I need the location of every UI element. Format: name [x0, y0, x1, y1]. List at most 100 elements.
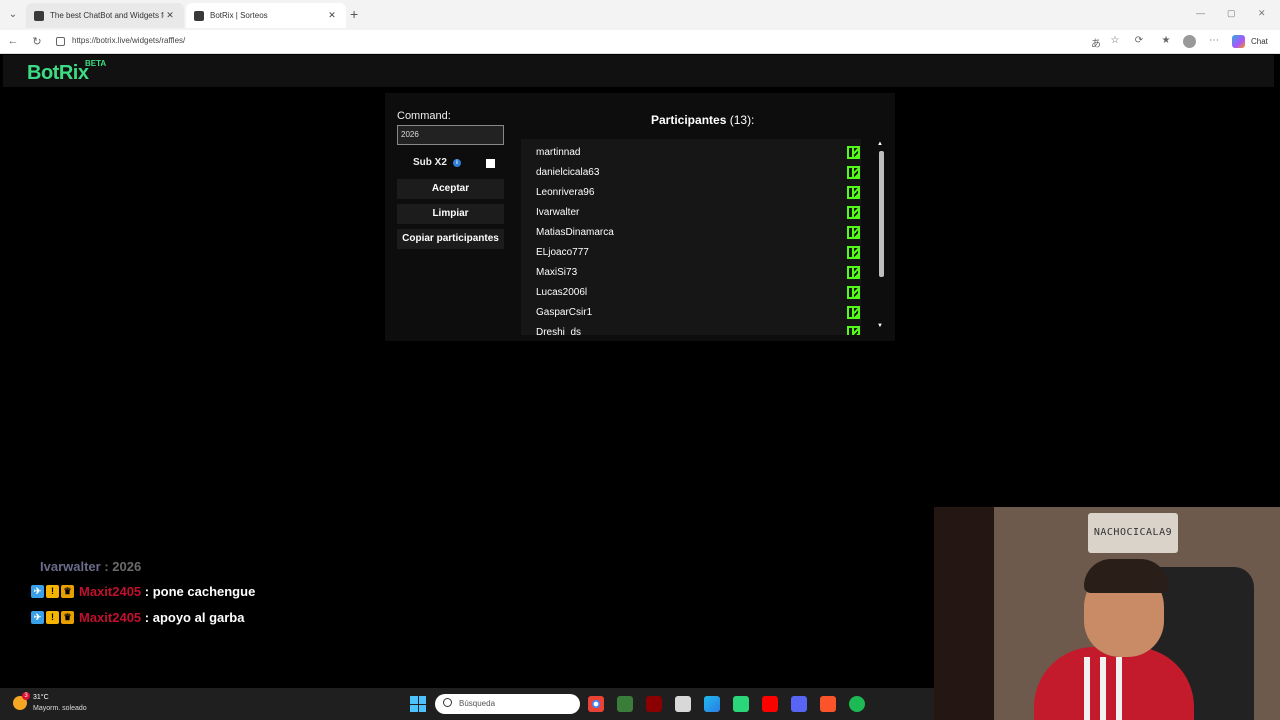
scroll-down-icon[interactable]: ▼ [877, 323, 883, 329]
verified-badge-icon: ✈ [31, 611, 44, 624]
botrix-logo[interactable]: BotRix [27, 62, 89, 85]
scroll-up-icon[interactable]: ▲ [877, 141, 883, 147]
copy-participants-button[interactable]: Copiar participantes [397, 229, 504, 249]
list-item[interactable]: Dreshi_ds [521, 323, 861, 335]
mail-icon[interactable] [675, 696, 691, 712]
brave-icon[interactable] [820, 696, 836, 712]
webcam-shirt-stripe [1116, 657, 1122, 720]
list-item[interactable]: GasparCsir1 [521, 303, 861, 323]
participant-name: Ivarwalter [536, 207, 580, 218]
screen: ⌄ The best ChatBot and Widgets for ✕ Bot… [0, 0, 1280, 720]
site-info-icon[interactable] [56, 37, 65, 46]
taskbar-search[interactable]: Búsqueda [435, 694, 580, 714]
chrome-icon[interactable] [588, 696, 604, 712]
discord-icon[interactable] [791, 696, 807, 712]
chat-username: Maxit2405 [79, 610, 142, 625]
tab-close-icon[interactable]: ✕ [164, 10, 176, 21]
spotify-icon[interactable] [849, 696, 865, 712]
participant-name: Leonrivera96 [536, 187, 595, 198]
webcam-person-hair [1084, 559, 1168, 593]
kick-icon [847, 306, 860, 319]
tab-title: The best ChatBot and Widgets for [50, 11, 164, 20]
list-item[interactable]: danielcicala63 [521, 163, 861, 183]
restore-icon[interactable]: ▢ [1227, 8, 1236, 19]
tab-favicon-icon [194, 10, 204, 21]
store-icon[interactable] [733, 696, 749, 712]
founder-badge-icon: ! [46, 611, 59, 624]
list-item[interactable]: martinnad [521, 143, 861, 163]
kick-icon [847, 226, 860, 239]
participants-list[interactable]: martinnad danielcicala63 Leonrivera96 Iv… [521, 139, 861, 335]
chat-username: Maxit2405 [79, 584, 142, 599]
kick-icon [847, 146, 860, 159]
subscriber-crown-icon: ♛ [61, 611, 74, 624]
chat-text: apoyo al garba [152, 610, 245, 625]
address-bar: ← ↻ https://botrix.live/widgets/raffles/… [0, 30, 1280, 54]
chat-text: pone cachengue [152, 584, 256, 599]
youtube-icon[interactable] [762, 696, 778, 712]
tab-title: BotRix | Sorteos [210, 11, 268, 20]
close-window-icon[interactable]: ✕ [1258, 8, 1266, 19]
favorite-star-icon[interactable]: ☆ [1108, 35, 1122, 46]
participant-name: martinnad [536, 147, 581, 158]
file-explorer-icon[interactable] [617, 696, 633, 712]
tab-close-icon[interactable]: ✕ [326, 10, 338, 21]
weather-badge: 3 [22, 692, 30, 700]
search-icon [443, 698, 452, 707]
weather-temperature[interactable]: 31°C [33, 694, 49, 701]
list-item[interactable]: ELjoaco777 [521, 243, 861, 263]
accept-button[interactable]: Aceptar [397, 179, 504, 199]
webcam-overlay: NACHOCICALA9 [934, 507, 1280, 720]
browser-tab-strip: ⌄ The best ChatBot and Widgets for ✕ Bot… [0, 0, 1280, 30]
sub-x2-checkbox[interactable] [486, 159, 495, 168]
new-tab-icon[interactable]: + [350, 6, 358, 22]
webcam-door [934, 507, 994, 720]
copilot-icon[interactable] [1232, 35, 1245, 48]
participant-name: Dreshi_ds [536, 327, 582, 335]
kick-icon [847, 246, 860, 259]
command-input[interactable]: 2026 [397, 125, 504, 145]
list-item[interactable]: MatiasDinamarca [521, 223, 861, 243]
participants-title: Participantes (13): [651, 113, 754, 127]
profile-avatar[interactable] [1183, 35, 1196, 48]
beta-tag: BETA [85, 59, 107, 68]
sub-x2-option: Sub X2 i [413, 157, 461, 168]
app-red-icon[interactable] [646, 696, 662, 712]
scrollbar-thumb[interactable] [879, 151, 884, 277]
back-icon[interactable]: ← [6, 35, 20, 47]
list-item[interactable]: Ivarwalter [521, 203, 861, 223]
kick-icon [847, 286, 860, 299]
edge-icon[interactable] [704, 696, 720, 712]
webcam-sign: NACHOCICALA9 [1088, 513, 1178, 553]
more-menu-icon[interactable]: ⋯ [1207, 35, 1221, 46]
reload-icon[interactable]: ↻ [30, 35, 44, 48]
webcam-shirt-stripe [1100, 657, 1106, 720]
translate-icon[interactable]: あ [1089, 35, 1103, 50]
participants-label: Participantes [651, 113, 727, 127]
taskbar: 3 31°C Mayorm. soleado Búsqueda [0, 688, 934, 720]
list-item[interactable]: Leonrivera96 [521, 183, 861, 203]
tab-actions-menu-icon[interactable]: ⌄ [6, 8, 20, 22]
participant-name: ELjoaco777 [536, 247, 589, 258]
url-field[interactable]: https://botrix.live/widgets/raffles/ [72, 36, 185, 45]
tab-botrix-sorteos[interactable]: BotRix | Sorteos ✕ [186, 3, 346, 28]
chat-message: Ivarwalter : 2026 [37, 559, 141, 574]
sub-x2-label: Sub X2 [413, 157, 447, 168]
participants-count: (13): [729, 113, 755, 127]
refresh-extension-icon[interactable]: ⟳ [1132, 35, 1146, 46]
favorites-icon[interactable]: ★ [1159, 35, 1173, 46]
raffle-panel: Command: 2026 Sub X2 i Aceptar Limpiar C… [385, 93, 895, 341]
search-placeholder: Búsqueda [459, 699, 496, 708]
list-item[interactable]: Lucas2006l [521, 283, 861, 303]
info-icon[interactable]: i [452, 158, 461, 167]
kick-icon [847, 166, 860, 179]
clear-button[interactable]: Limpiar [397, 204, 504, 224]
minimize-icon[interactable]: — [1196, 8, 1205, 18]
webcam-shirt-stripe [1084, 657, 1090, 720]
chat-button[interactable]: Chat [1251, 37, 1268, 46]
weather-condition[interactable]: Mayorm. soleado [33, 705, 87, 712]
windows-start-icon[interactable] [410, 696, 426, 712]
app-header: BotRix BETA [3, 55, 1274, 87]
tab-chatbot[interactable]: The best ChatBot and Widgets for ✕ [26, 3, 184, 28]
list-item[interactable]: MaxiSi73 [521, 263, 861, 283]
